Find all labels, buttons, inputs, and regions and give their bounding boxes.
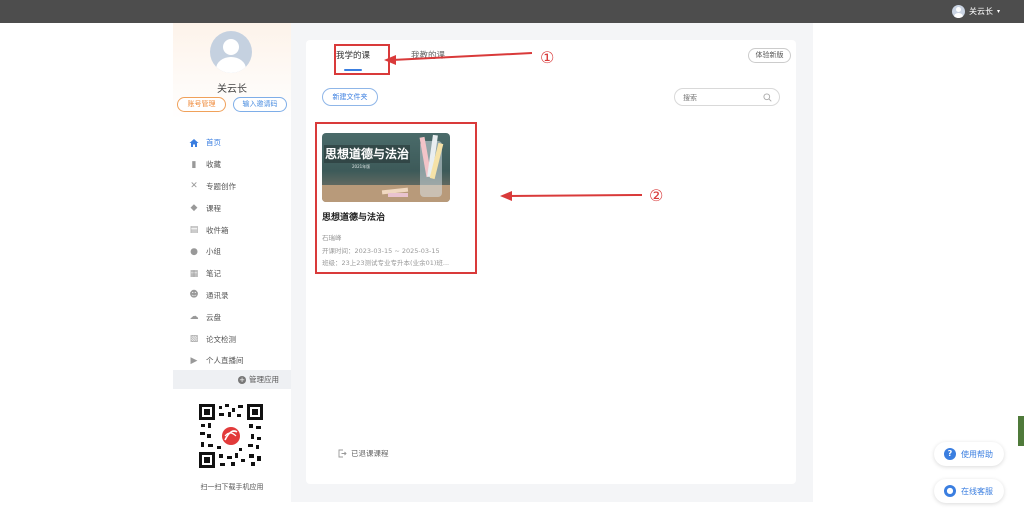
online-service-button[interactable]: ● 在线客服 — [934, 479, 1004, 503]
help-label: 使用帮助 — [961, 449, 993, 459]
annotation-arrow-one — [391, 52, 533, 61]
annotation-number-two: ② — [649, 186, 664, 205]
help-button[interactable]: ? 使用帮助 — [934, 442, 1004, 466]
annotation-arrows — [384, 52, 643, 201]
side-tab[interactable] — [1018, 416, 1024, 446]
question-icon: ? — [944, 448, 956, 460]
annotation-arrowhead-one — [384, 55, 396, 65]
online-service-label: 在线客服 — [961, 486, 993, 496]
annotation-number-one: ① — [540, 48, 555, 67]
annotation-arrow-two — [507, 194, 643, 197]
annotation-arrowhead-two — [500, 191, 512, 201]
headset-icon: ● — [944, 485, 956, 497]
